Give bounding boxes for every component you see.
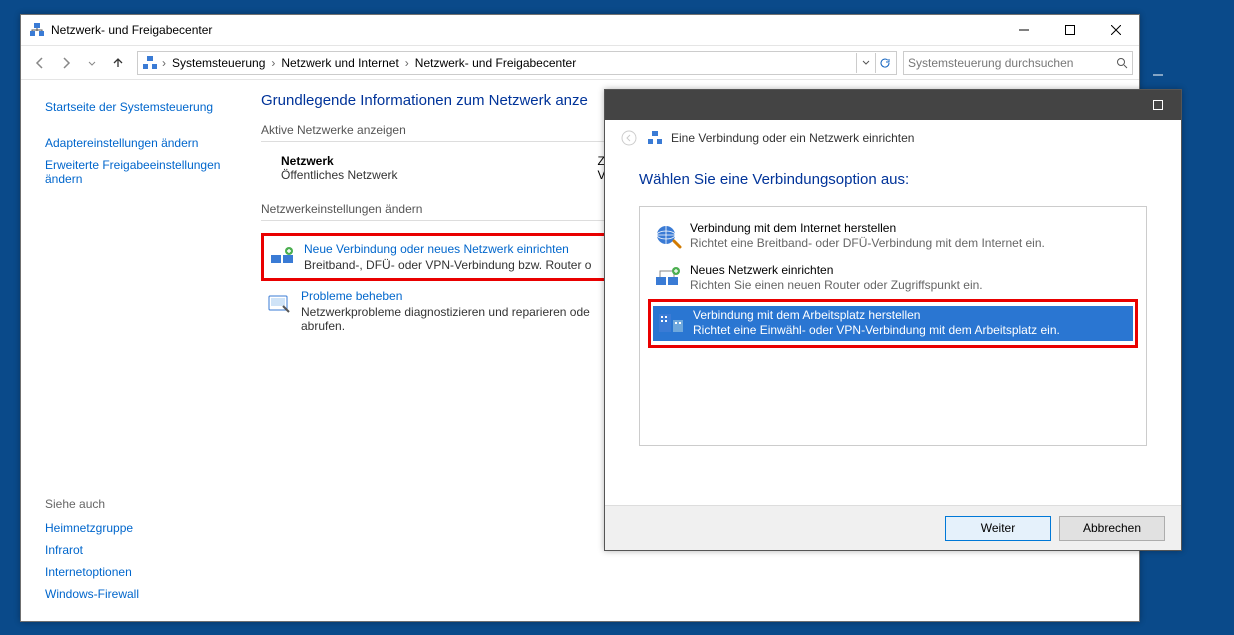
cancel-button[interactable]: Abbrechen (1059, 516, 1165, 541)
breadcrumb-item[interactable]: Netzwerk- und Freigabecenter (411, 52, 580, 74)
maximize-button[interactable] (1135, 90, 1181, 120)
sidebar-item-home[interactable]: Startseite der Systemsteuerung (45, 96, 231, 118)
router-icon (652, 263, 684, 293)
wizard-body: Wählen Sie eine Verbindungsoption aus: V… (605, 157, 1181, 446)
chevron-right-icon: › (269, 56, 277, 70)
back-button[interactable] (27, 51, 53, 75)
forward-button[interactable] (53, 51, 79, 75)
sidebar-section-label: Siehe auch (45, 493, 231, 517)
sidebar-item-internetoptions[interactable]: Internetoptionen (45, 561, 231, 583)
task-desc: Netzwerkprobleme diagnostizieren und rep… (301, 305, 590, 333)
globe-icon (652, 221, 684, 251)
wizard-subheader: Eine Verbindung oder ein Netzwerk einric… (605, 120, 1181, 157)
close-button[interactable] (1093, 15, 1139, 45)
options-list: Verbindung mit dem Internet herstellen R… (639, 206, 1147, 446)
refresh-button[interactable] (875, 53, 894, 73)
wizard-titlebar (605, 90, 1181, 120)
network-name: Netzwerk (281, 154, 398, 168)
window-controls (1001, 15, 1139, 45)
minimize-button[interactable] (1001, 15, 1047, 45)
window-title: Netzwerk- und Freigabecenter (51, 23, 212, 37)
option-desc: Richtet eine Einwähl- oder VPN-Verbindun… (693, 323, 1060, 337)
chevron-right-icon: › (403, 56, 411, 70)
sidebar-item-firewall[interactable]: Windows-Firewall (45, 583, 231, 605)
search-placeholder: Systemsteuerung durchsuchen (908, 56, 1116, 70)
up-button[interactable] (105, 51, 131, 75)
maximize-button[interactable] (1047, 15, 1093, 45)
breadcrumb[interactable]: › Systemsteuerung › Netzwerk und Interne… (137, 51, 897, 75)
workplace-icon (655, 308, 687, 338)
wizard-footer: Weiter Abbrechen (605, 505, 1181, 550)
chevron-right-icon: › (160, 56, 168, 70)
sidebar-item-homegroup[interactable]: Heimnetzgruppe (45, 517, 231, 539)
breadcrumb-item[interactable]: Systemsteuerung (168, 52, 269, 74)
recent-dropdown[interactable] (79, 51, 105, 75)
task-desc: Breitband-, DFÜ- oder VPN-Verbindung bzw… (304, 258, 591, 272)
option-workplace[interactable]: Verbindung mit dem Arbeitsplatz herstell… (648, 299, 1138, 348)
option-title: Verbindung mit dem Internet herstellen (690, 221, 1045, 235)
network-center-icon (29, 22, 45, 38)
option-internet[interactable]: Verbindung mit dem Internet herstellen R… (648, 215, 1138, 257)
new-connection-icon (268, 242, 298, 272)
network-center-icon (140, 53, 160, 73)
option-title: Neues Netzwerk einrichten (690, 263, 983, 277)
search-icon (1116, 57, 1128, 69)
wizard-back-button[interactable] (617, 126, 641, 150)
troubleshoot-icon (265, 289, 295, 319)
task-title: Probleme beheben (301, 289, 590, 303)
network-setup-icon (647, 130, 663, 146)
sidebar-item-sharing[interactable]: Erweiterte Freigabeeinstellungen ändern (45, 154, 231, 190)
sidebar: Startseite der Systemsteuerung Adapterei… (21, 80, 231, 621)
next-button[interactable]: Weiter (945, 516, 1051, 541)
option-new-network[interactable]: Neues Netzwerk einrichten Richten Sie ei… (648, 257, 1138, 299)
network-type: Öffentliches Netzwerk (281, 168, 398, 182)
breadcrumb-item[interactable]: Netzwerk und Internet (277, 52, 402, 74)
navigation-bar: › Systemsteuerung › Netzwerk und Interne… (21, 45, 1139, 80)
sidebar-item-adapter[interactable]: Adaptereinstellungen ändern (45, 132, 231, 154)
wizard-subtitle: Eine Verbindung oder ein Netzwerk einric… (671, 131, 914, 145)
option-title: Verbindung mit dem Arbeitsplatz herstell… (693, 308, 1060, 322)
wizard-heading: Wählen Sie eine Verbindungsoption aus: (639, 171, 1147, 188)
main-titlebar: Netzwerk- und Freigabecenter (21, 15, 1139, 45)
sidebar-item-infrared[interactable]: Infrarot (45, 539, 231, 561)
option-desc: Richten Sie einen neuen Router oder Zugr… (690, 278, 983, 292)
address-dropdown-button[interactable] (856, 53, 875, 73)
connection-wizard-dialog: Eine Verbindung oder ein Netzwerk einric… (604, 89, 1182, 551)
close-button[interactable] (1135, 120, 1181, 150)
minimize-button[interactable] (1135, 60, 1181, 90)
option-desc: Richtet eine Breitband- oder DFÜ-Verbind… (690, 236, 1045, 250)
task-title: Neue Verbindung oder neues Netzwerk einr… (304, 242, 591, 256)
search-input[interactable]: Systemsteuerung durchsuchen (903, 51, 1133, 75)
